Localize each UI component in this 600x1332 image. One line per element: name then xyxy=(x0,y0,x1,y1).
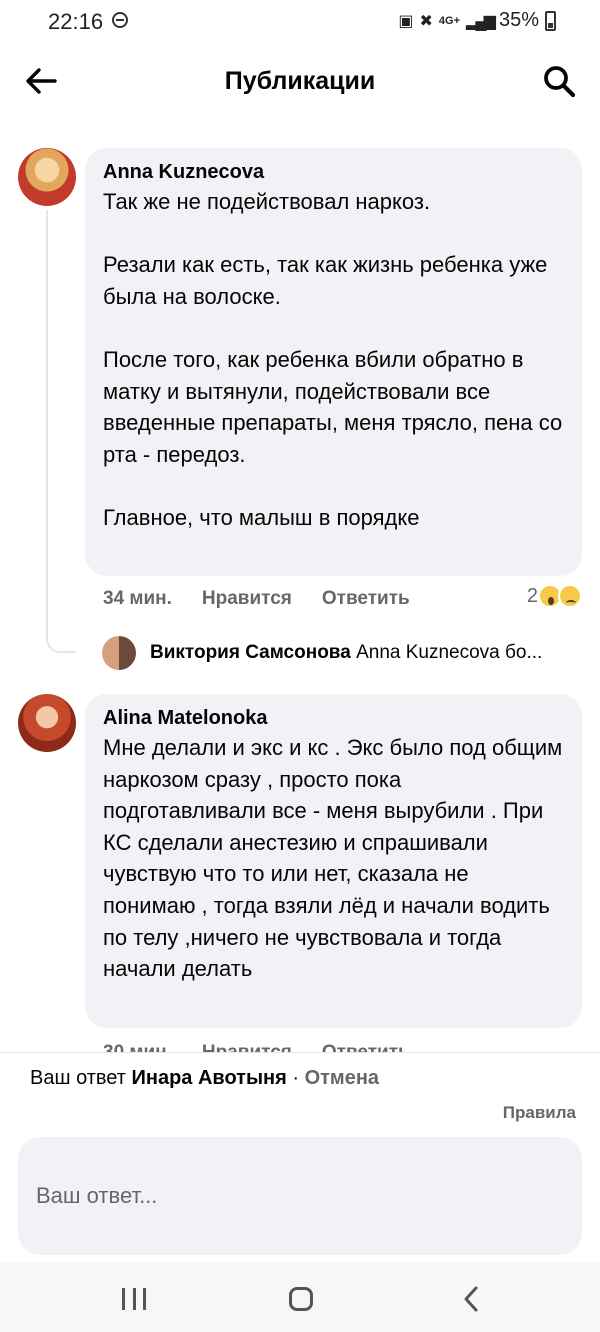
battery-icon xyxy=(545,10,556,31)
reply-input[interactable] xyxy=(18,1137,582,1255)
avatar[interactable] xyxy=(18,148,76,206)
comment-text: Мне делали и экс и кс . Экс было под общ… xyxy=(103,735,569,982)
comment-bubble[interactable]: Alina Matelonoka Мне делали и экс и кс .… xyxy=(85,694,582,1028)
system-back-icon[interactable] xyxy=(462,1285,480,1313)
page-title: Публикации xyxy=(224,67,376,95)
reply-separator: · xyxy=(286,1067,305,1089)
rules-link[interactable]: Правила xyxy=(503,1103,576,1123)
thread-connector-line xyxy=(46,210,76,653)
mute-icon: ✖ xyxy=(419,12,433,30)
network-type: 4G+ xyxy=(438,14,461,27)
comment-author[interactable]: Alina Matelonoka xyxy=(103,706,564,730)
search-icon[interactable] xyxy=(540,62,578,100)
like-button[interactable]: Нравится xyxy=(202,1042,292,1052)
reply-composer: Ваш ответ Инара Авотыня · Отмена Правила xyxy=(0,1052,600,1262)
do-not-disturb-icon xyxy=(112,12,128,28)
reply-button[interactable]: Ответить xyxy=(322,588,410,610)
like-button[interactable]: Нравится xyxy=(202,588,292,610)
reply-preview[interactable]: Виктория Самсонова Anna Kuznecova бо... xyxy=(150,642,580,664)
battery-level: 35% xyxy=(498,9,539,31)
reply-target-info: Ваш ответ Инара Авотыня · Отмена xyxy=(30,1067,379,1090)
comment-actions: 30 мин. Нравится Ответить xyxy=(103,1042,410,1052)
comment-author[interactable]: Anna Kuznecova xyxy=(103,160,564,184)
comment-time[interactable]: 34 мин. xyxy=(103,588,172,610)
home-icon[interactable] xyxy=(289,1287,313,1311)
reply-snippet: Anna Kuznecova бо... xyxy=(356,642,543,663)
reply-button[interactable]: Ответить xyxy=(322,1042,410,1052)
comment-actions: 34 мин. Нравится Ответить xyxy=(103,588,410,610)
reply-author: Виктория Самсонова xyxy=(150,642,351,663)
cancel-reply-button[interactable]: Отмена xyxy=(305,1067,379,1089)
lock-icon: ▣ xyxy=(398,12,414,30)
reaction-count: 2 xyxy=(526,584,538,607)
comment-list[interactable]: Anna Kuznecova Так же не подействовал на… xyxy=(0,118,600,1052)
signal-icon: ▂▄▆ xyxy=(466,12,496,30)
reply-prefix: Ваш ответ xyxy=(30,1067,126,1089)
comment-bubble[interactable]: Anna Kuznecova Так же не подействовал на… xyxy=(85,148,582,576)
system-navigation-bar xyxy=(0,1262,600,1332)
status-bar: 22:16 ▣ ✖ 4G+ ▂▄▆ 35% xyxy=(0,0,600,44)
sad-reaction-icon xyxy=(558,584,582,608)
recent-apps-icon[interactable] xyxy=(122,1288,146,1310)
reaction-summary[interactable]: 2 xyxy=(527,584,582,608)
comment-text: Так же не подействовал наркоз. Резали ка… xyxy=(103,189,563,530)
reply-avatar[interactable] xyxy=(102,636,136,670)
top-app-bar: Публикации xyxy=(0,44,600,118)
reply-target-name: Инара Авотыня xyxy=(131,1067,287,1089)
comment-time[interactable]: 30 мин. xyxy=(103,1042,172,1052)
status-time: 22:16 xyxy=(48,9,104,34)
status-indicators: ▣ ✖ 4G+ ▂▄▆ 35% xyxy=(398,9,556,32)
avatar[interactable] xyxy=(18,694,76,752)
